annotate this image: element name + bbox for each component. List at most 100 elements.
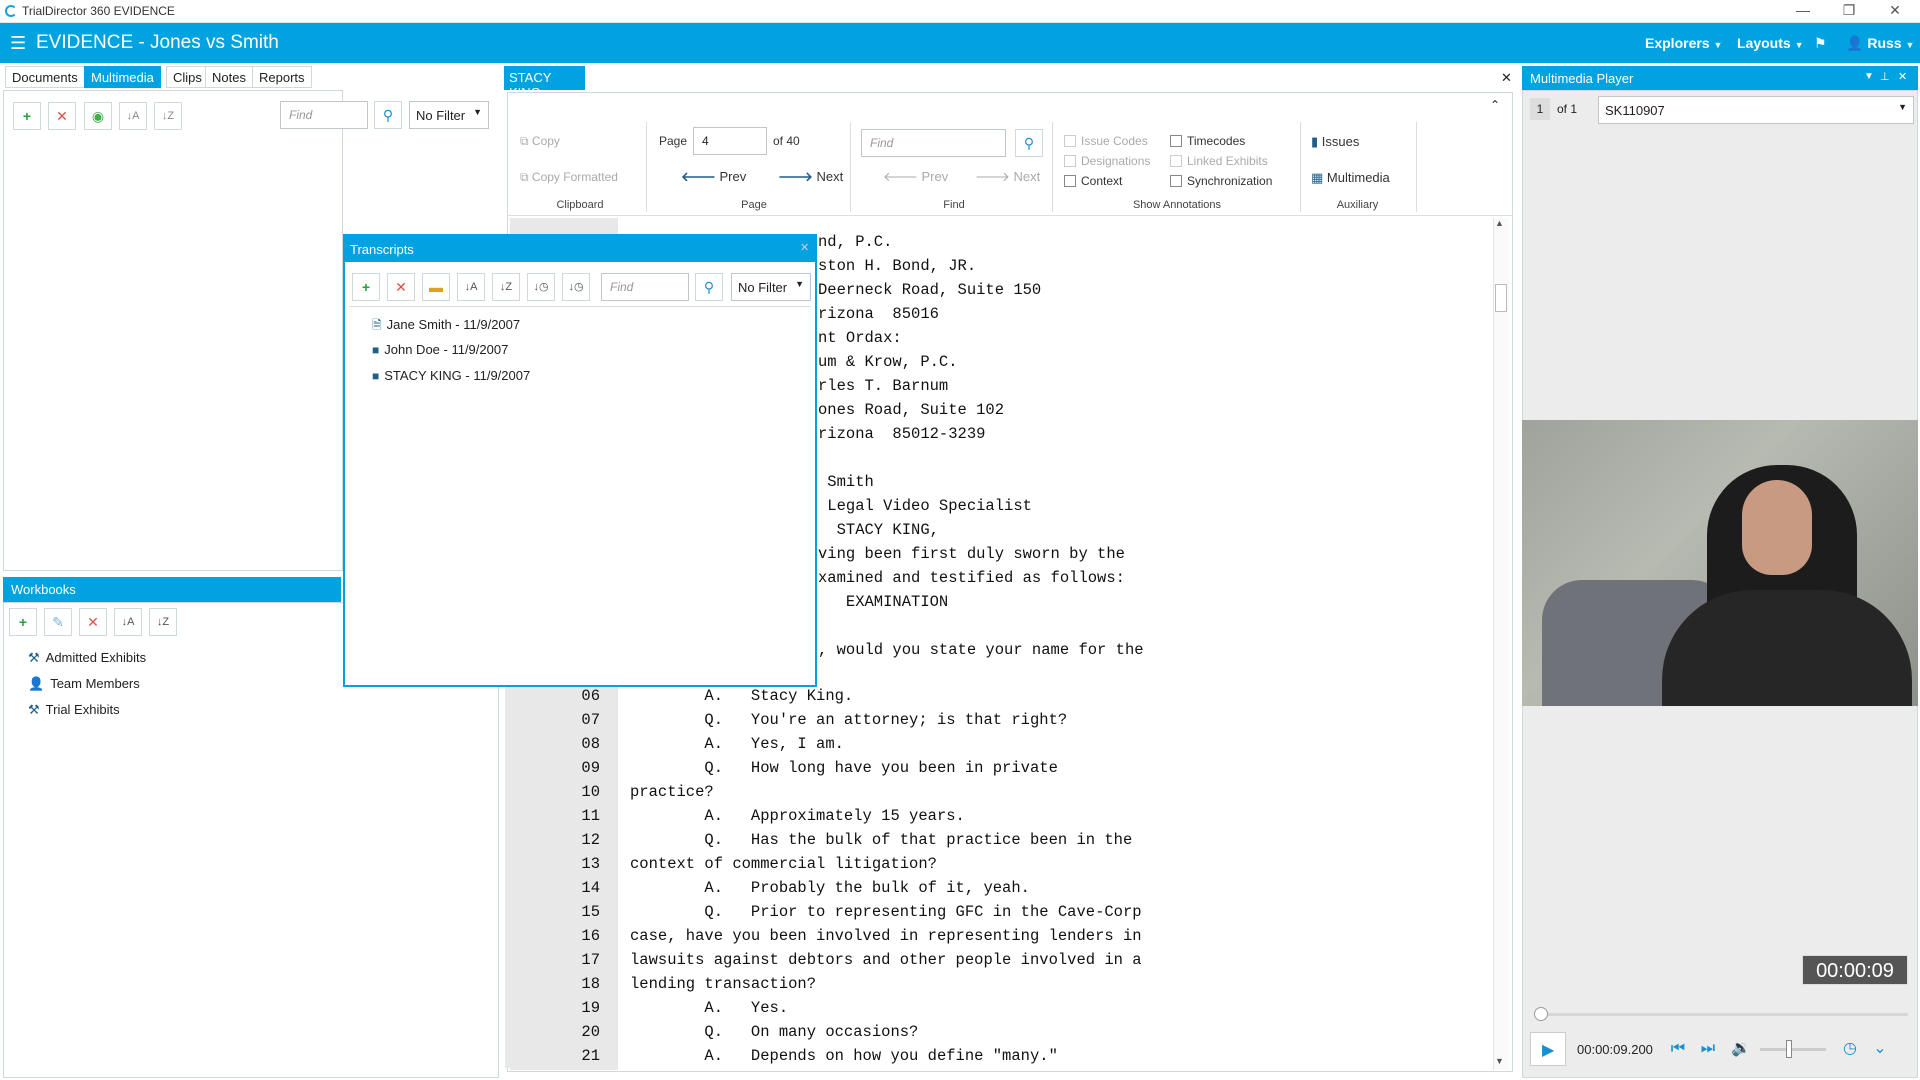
hamburger-menu-icon[interactable]: ☰ bbox=[10, 33, 26, 54]
chevron-down-icon[interactable]: ⌄ bbox=[1868, 1037, 1892, 1061]
explorers-menu[interactable]: Explorers ▼ bbox=[1645, 35, 1722, 51]
volume-slider[interactable] bbox=[1760, 1048, 1826, 1051]
prev-page-button[interactable]: 🡐 Prev bbox=[681, 169, 746, 185]
copy-formatted-button[interactable]: ⧉ Copy Formatted bbox=[520, 170, 618, 185]
transcript-text: um & Krow, P.C. bbox=[818, 353, 958, 371]
line-number: 21 bbox=[505, 1044, 610, 1068]
seek-handle[interactable] bbox=[1534, 1007, 1548, 1021]
workbook-item[interactable]: ⚒ Trial Exhibits bbox=[28, 702, 120, 718]
skip-back-icon[interactable]: ⏮ bbox=[1666, 1037, 1690, 1061]
close-window-button[interactable]: ✕ bbox=[1880, 2, 1910, 19]
collapse-ribbon-icon[interactable]: ⌃ bbox=[1490, 98, 1500, 112]
close-player-icon[interactable]: ✕ bbox=[1898, 70, 1907, 83]
volume-handle[interactable] bbox=[1786, 1040, 1792, 1058]
transcript-item[interactable]: ■ John Doe - 11/9/2007 bbox=[372, 342, 508, 357]
scroll-down-icon[interactable]: ▼ bbox=[1495, 1056, 1504, 1066]
tab-documents[interactable]: Documents bbox=[5, 66, 85, 88]
scroll-thumb[interactable] bbox=[1495, 284, 1507, 312]
close-transcripts-icon[interactable]: ✕ bbox=[800, 241, 809, 254]
close-tab-icon[interactable]: ✕ bbox=[1501, 70, 1512, 86]
tab-stacy-king[interactable]: STACY KING bbox=[504, 66, 585, 100]
page-group-label: Page bbox=[741, 199, 767, 211]
transcript-item[interactable]: 🗎 Jane Smith - 11/9/2007 bbox=[372, 316, 520, 337]
linked-exhibits-checkbox[interactable]: Linked Exhibits bbox=[1170, 154, 1268, 168]
volume-icon[interactable]: 🔉 bbox=[1729, 1037, 1753, 1061]
layouts-menu[interactable]: Layouts ▼ bbox=[1737, 35, 1804, 51]
person-icon: 👤 bbox=[28, 676, 45, 691]
workbook-item[interactable]: 👤 Team Members bbox=[28, 676, 140, 692]
sort-descending-icon[interactable]: ↓Z bbox=[492, 273, 520, 301]
multimedia-filter-select[interactable]: No Filter ▼ bbox=[409, 101, 489, 129]
clip-select[interactable]: SK110907 ▼ bbox=[1598, 96, 1914, 124]
delete-icon[interactable]: ✕ bbox=[48, 102, 76, 130]
issue-codes-checkbox[interactable]: Issue Codes bbox=[1064, 134, 1148, 148]
hammer-icon: ⚒ bbox=[28, 650, 40, 665]
transcript-line-text: lending transaction? bbox=[630, 975, 817, 993]
user-menu[interactable]: 👤 Russ ▼ bbox=[1846, 35, 1914, 52]
panel-menu-icon[interactable]: ▼ bbox=[1864, 71, 1874, 82]
add-icon[interactable]: + bbox=[13, 102, 41, 130]
sort-ascending-icon[interactable]: ↓A bbox=[457, 273, 485, 301]
workbook-item[interactable]: ⚒ Admitted Exhibits bbox=[28, 650, 146, 666]
restore-button[interactable]: ❐ bbox=[1834, 2, 1864, 19]
search-icon[interactable]: ⚲ bbox=[374, 101, 402, 129]
tab-multimedia[interactable]: Multimedia bbox=[84, 66, 161, 88]
tab-reports[interactable]: Reports bbox=[252, 66, 312, 88]
edit-icon[interactable]: ✎ bbox=[44, 608, 72, 636]
copy-button[interactable]: ⧉ Copy bbox=[520, 134, 560, 149]
sort-ascending-icon[interactable]: ↓A bbox=[119, 102, 147, 130]
sort-descending-icon[interactable]: ↓Z bbox=[149, 608, 177, 636]
video-frame[interactable] bbox=[1522, 420, 1918, 706]
ribbon-divider bbox=[850, 122, 851, 212]
pin-icon[interactable]: ⊥ bbox=[1880, 70, 1890, 83]
multimedia-button[interactable]: ▦ Multimedia bbox=[1311, 170, 1390, 186]
designations-checkbox[interactable]: Designations bbox=[1064, 154, 1150, 168]
transcript-line-text: Q. You're an attorney; is that right? bbox=[630, 711, 1068, 729]
scroll-up-icon[interactable]: ▲ bbox=[1495, 218, 1504, 228]
transcript-line-text: context of commercial litigation? bbox=[630, 855, 937, 873]
transcripts-find-input[interactable]: Find bbox=[601, 273, 689, 301]
delete-transcript-icon[interactable]: ✕ bbox=[387, 273, 415, 301]
timecodes-checkbox[interactable]: Timecodes bbox=[1170, 134, 1245, 148]
transcript-item[interactable]: ■ STACY KING - 11/9/2007 bbox=[372, 368, 530, 383]
context-checkbox[interactable]: Context bbox=[1064, 174, 1122, 188]
transcript-line-text: Q. Prior to representing GFC in the Cave… bbox=[630, 903, 1142, 921]
transcript-text: Deerneck Road, Suite 150 bbox=[818, 281, 1042, 299]
multimedia-panel bbox=[3, 90, 343, 571]
clock-icon[interactable]: ◷ bbox=[1838, 1037, 1862, 1061]
tab-notes[interactable]: Notes bbox=[205, 66, 253, 88]
skip-forward-icon[interactable]: ⏭ bbox=[1696, 1037, 1720, 1061]
page-count: of 40 bbox=[773, 134, 800, 148]
find-next-button[interactable]: 🡒 Next bbox=[975, 169, 1040, 185]
issues-button[interactable]: ▮ Issues bbox=[1311, 134, 1359, 150]
clip-index: 1 bbox=[1530, 98, 1550, 120]
sort-ascending-icon[interactable]: ↓A bbox=[114, 608, 142, 636]
search-icon[interactable]: ⚲ bbox=[1015, 129, 1043, 157]
show-annotations-group-label: Show Annotations bbox=[1132, 199, 1222, 211]
arrow-left-icon: 🡐 bbox=[681, 169, 716, 184]
transcript-scrollbar[interactable] bbox=[1493, 218, 1509, 1070]
multimedia-find-input[interactable]: Find bbox=[280, 101, 368, 129]
tab-clips[interactable]: Clips bbox=[166, 66, 209, 88]
next-page-button[interactable]: 🡒 Next bbox=[778, 169, 843, 185]
transcripts-filter-select[interactable]: No Filter ▼ bbox=[731, 273, 811, 301]
synchronization-checkbox[interactable]: Synchronization bbox=[1170, 174, 1272, 188]
flag-icon[interactable]: ⚑ bbox=[1814, 35, 1827, 52]
seek-bar[interactable] bbox=[1536, 1013, 1908, 1016]
sort-descending-icon[interactable]: ↓Z bbox=[154, 102, 182, 130]
page-number-input[interactable]: 4 bbox=[693, 127, 767, 155]
transcript-line-text: A. Stacy King. bbox=[630, 687, 854, 705]
person-face-shape bbox=[1742, 480, 1812, 575]
sort-date-ascending-icon[interactable]: ↓◷ bbox=[527, 273, 555, 301]
delete-workbook-icon[interactable]: ✕ bbox=[79, 608, 107, 636]
add-transcript-icon[interactable]: + bbox=[352, 273, 380, 301]
find-prev-button[interactable]: 🡐 Prev bbox=[883, 169, 948, 185]
play-circle-icon[interactable]: ◉ bbox=[84, 102, 112, 130]
folder-icon[interactable]: ▬ bbox=[422, 273, 450, 301]
sort-date-descending-icon[interactable]: ↓◷ bbox=[562, 273, 590, 301]
search-icon[interactable]: ⚲ bbox=[695, 273, 723, 301]
add-workbook-icon[interactable]: + bbox=[9, 608, 37, 636]
minimize-button[interactable]: — bbox=[1788, 2, 1818, 18]
play-button[interactable]: ▶ bbox=[1530, 1032, 1566, 1066]
transcript-find-input[interactable]: Find bbox=[861, 129, 1006, 157]
